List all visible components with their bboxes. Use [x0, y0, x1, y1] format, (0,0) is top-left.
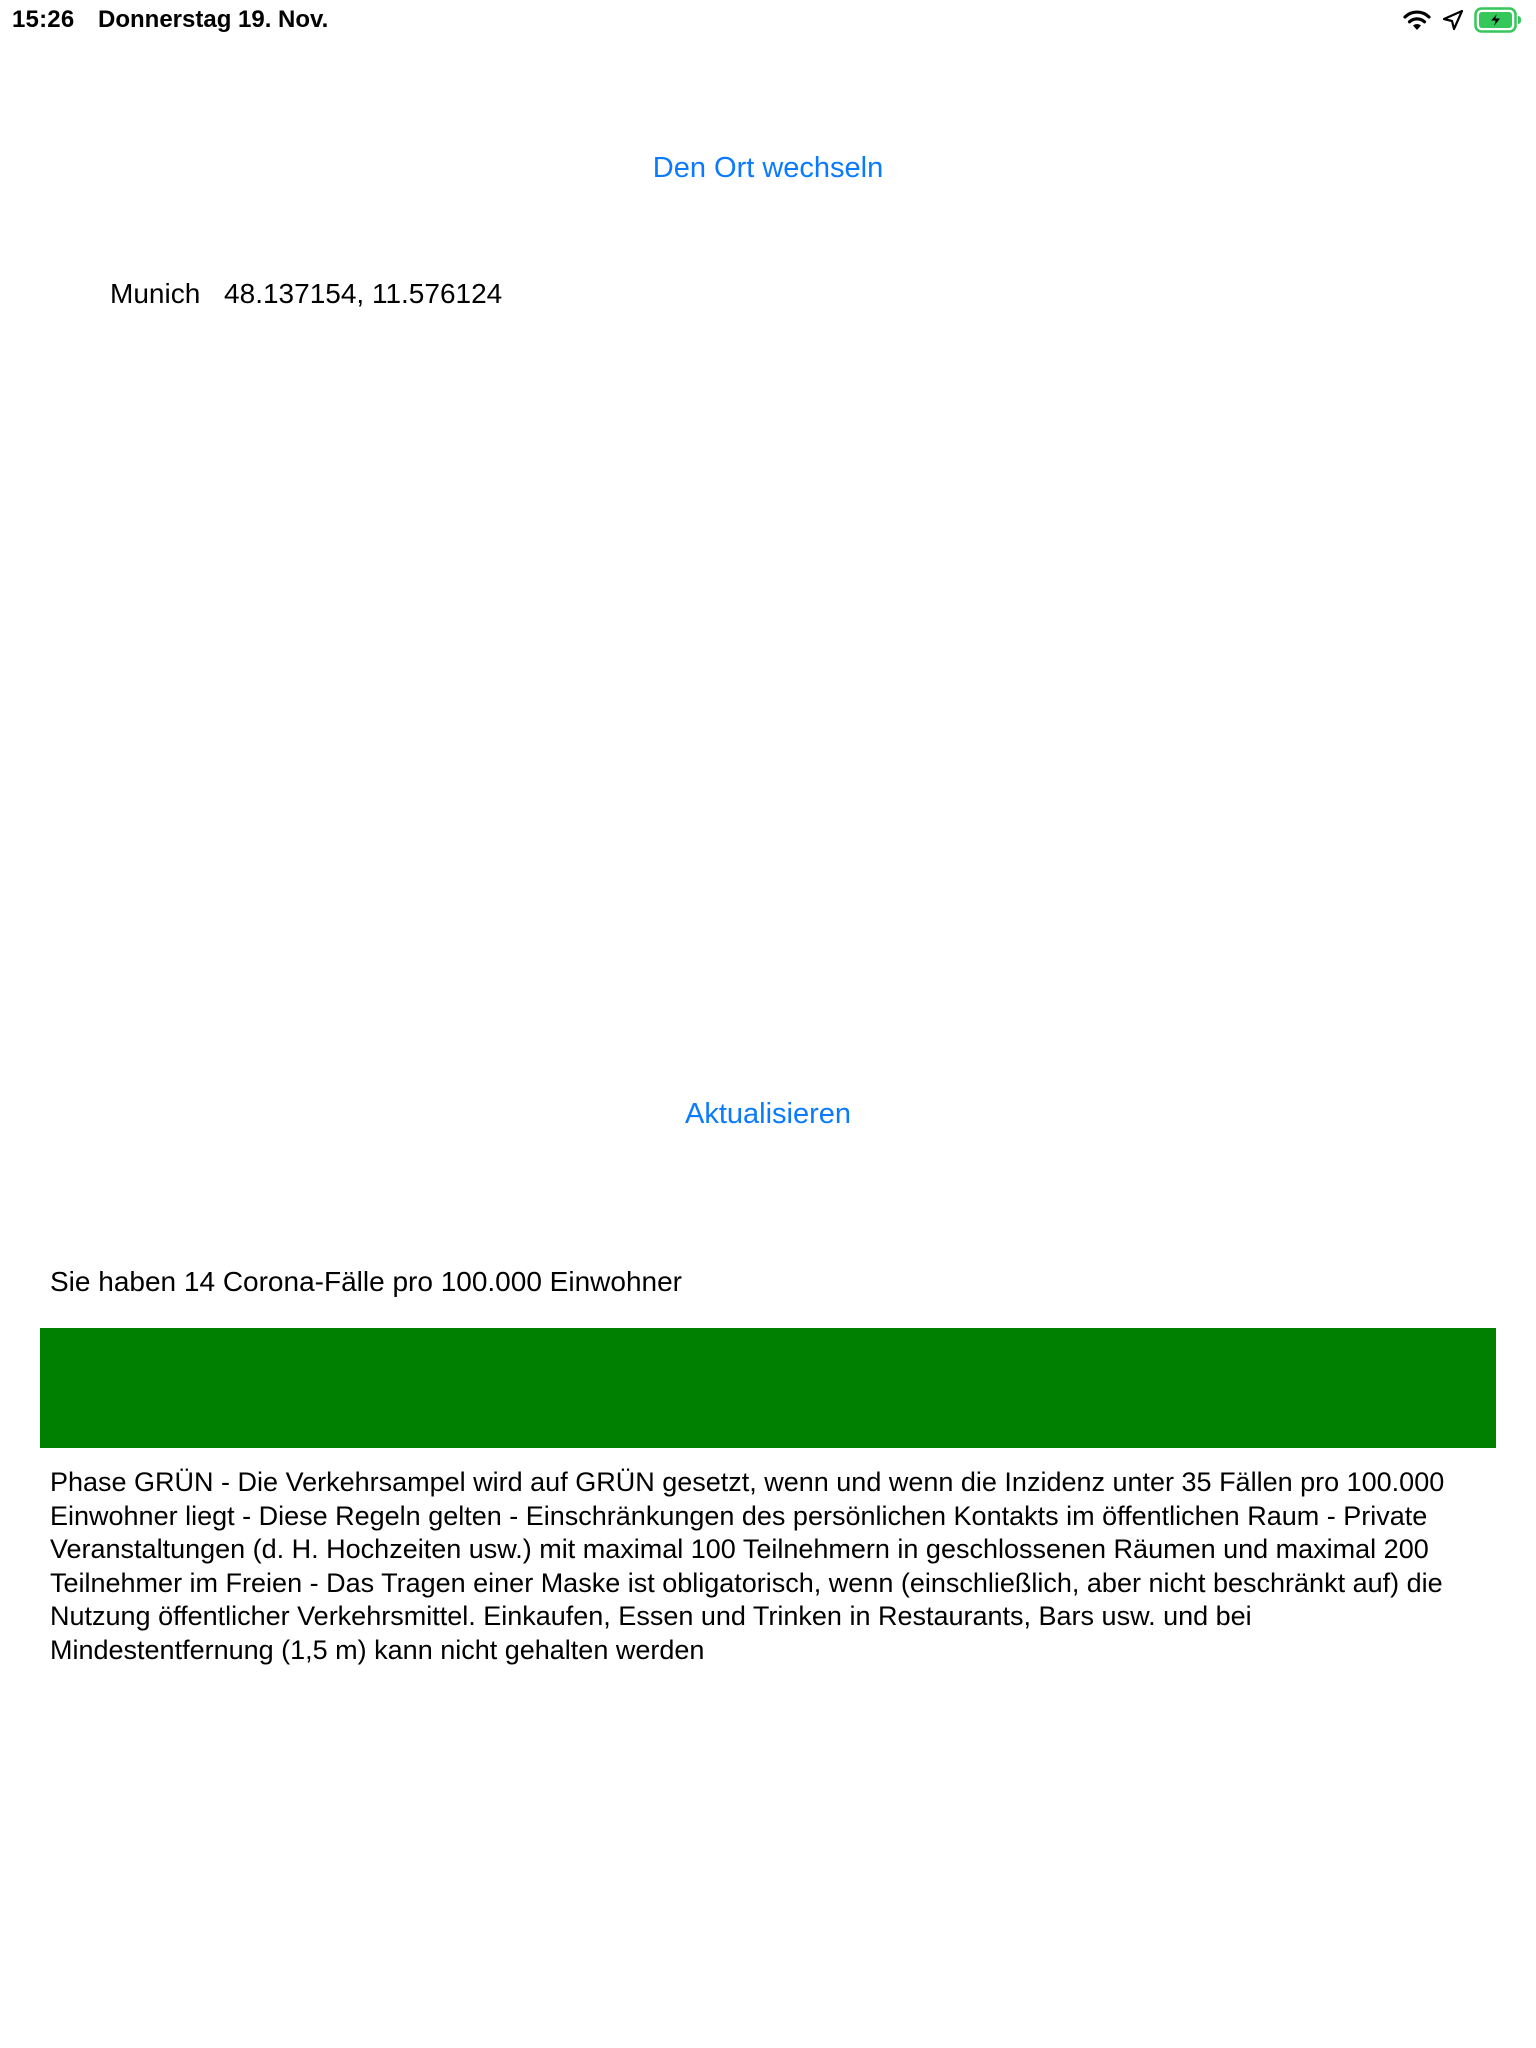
battery-charging-icon	[1474, 7, 1522, 33]
location-arrow-icon	[1442, 9, 1464, 31]
coordinates: 48.137154, 11.576124	[224, 278, 503, 309]
status-time: 15:26	[12, 6, 75, 33]
app-screen: 15:26 Donnerstag 19. Nov. Den Ort wechse…	[0, 0, 1536, 2048]
status-icons	[1402, 6, 1522, 34]
location-info: Munich 48.137154, 11.576124	[110, 278, 502, 310]
status-bar: 15:26 Donnerstag 19. Nov.	[0, 0, 1536, 40]
incidence-text: Sie haben 14 Corona-Fälle pro 100.000 Ei…	[50, 1266, 682, 1297]
refresh-button[interactable]: Aktualisieren	[0, 1098, 1536, 1131]
wifi-icon	[1402, 8, 1432, 32]
change-location-button[interactable]: Den Ort wechseln	[0, 152, 1536, 185]
city-name: Munich	[110, 278, 201, 309]
phase-description: Phase GRÜN - Die Verkehrsampel wird auf …	[50, 1467, 1445, 1665]
status-date: Donnerstag 19. Nov.	[98, 6, 329, 33]
traffic-light-status-bar	[40, 1328, 1496, 1448]
